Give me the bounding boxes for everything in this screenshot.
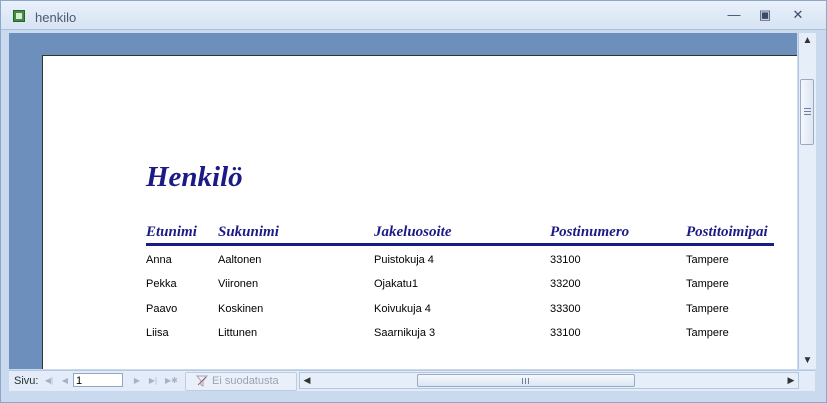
cell-sukunimi: Aaltonen xyxy=(218,254,262,266)
horizontal-scroll-thumb[interactable] xyxy=(417,374,635,387)
first-page-icon[interactable]: ◀| xyxy=(43,374,55,388)
cell-etunimi: Anna xyxy=(146,254,172,266)
cell-postinumero: 33200 xyxy=(550,278,581,290)
grip-line xyxy=(528,378,529,384)
minimize-icon[interactable]: — xyxy=(723,6,745,24)
report-window: henkilo — ▣ ✕ Henkilö Etunimi Sukunimi J… xyxy=(0,0,827,403)
cell-etunimi: Pekka xyxy=(146,278,177,290)
cell-jakeluosoite: Ojakatu1 xyxy=(374,278,419,290)
cell-postitoimipaikka: Tampere xyxy=(686,303,729,315)
close-icon[interactable]: ✕ xyxy=(787,6,809,24)
title-bar: henkilo — ▣ ✕ xyxy=(1,1,826,30)
column-header-etunimi: Etunimi xyxy=(146,224,197,240)
scroll-left-icon[interactable]: ◀ xyxy=(300,373,314,388)
grip-line xyxy=(522,378,523,384)
grip-line xyxy=(804,114,811,115)
app-icon xyxy=(13,10,25,22)
filter-label: Ei suodatusta xyxy=(212,375,279,387)
filter-toggle-button[interactable]: Ei suodatusta xyxy=(185,372,297,391)
column-header-postitoimipaikka: Postitoimipai xyxy=(686,224,768,240)
next-page-icon[interactable]: ▶ xyxy=(131,374,143,388)
report-page: Henkilö Etunimi Sukunimi Jakeluosoite Po… xyxy=(42,55,797,369)
grip-line xyxy=(525,378,526,384)
vertical-scroll-thumb[interactable] xyxy=(800,79,814,145)
prev-page-icon[interactable]: ◀ xyxy=(59,374,71,388)
cell-postitoimipaikka: Tampere xyxy=(686,254,729,266)
vertical-scrollbar[interactable]: ▲ ▼ xyxy=(798,33,816,369)
window-title: henkilo xyxy=(35,10,77,25)
cell-sukunimi: Koskinen xyxy=(218,303,264,315)
cell-jakeluosoite: Koivukuja 4 xyxy=(374,303,431,315)
page-label: Sivu: xyxy=(14,375,39,387)
cell-postinumero: 33100 xyxy=(550,327,581,339)
column-header-postinumero: Postinumero xyxy=(550,224,630,240)
cell-postinumero: 33100 xyxy=(550,254,581,266)
grip-line xyxy=(804,111,811,112)
header-underline xyxy=(146,243,774,246)
record-navigation-bar: Sivu: ◀| ◀ 1 ▶ ▶| ▶✱ Ei suodatusta ◀ ▶ xyxy=(9,370,815,391)
new-record-icon[interactable]: ▶✱ xyxy=(165,374,178,388)
cell-postitoimipaikka: Tampere xyxy=(686,278,729,290)
maximize-icon[interactable]: ▣ xyxy=(754,6,776,24)
grip-line xyxy=(804,108,811,109)
scroll-right-icon[interactable]: ▶ xyxy=(784,373,798,388)
cell-etunimi: Paavo xyxy=(146,303,178,315)
last-page-icon[interactable]: ▶| xyxy=(147,374,159,388)
cell-etunimi: Liisa xyxy=(146,327,169,339)
column-header-jakeluosoite: Jakeluosoite xyxy=(374,224,452,240)
cell-jakeluosoite: Saarnikuja 3 xyxy=(374,327,436,339)
filter-icon xyxy=(196,375,208,387)
column-header-sukunimi: Sukunimi xyxy=(218,224,279,240)
cell-sukunimi: Littunen xyxy=(218,327,258,339)
cell-postitoimipaikka: Tampere xyxy=(686,327,729,339)
report-viewport: Henkilö Etunimi Sukunimi Jakeluosoite Po… xyxy=(9,33,797,369)
scroll-up-icon[interactable]: ▲ xyxy=(799,33,816,49)
cell-postinumero: 33300 xyxy=(550,303,581,315)
cell-sukunimi: Viironen xyxy=(218,278,259,290)
horizontal-scrollbar[interactable]: ◀ ▶ xyxy=(299,372,799,389)
report-title: Henkilö xyxy=(146,161,243,193)
cell-jakeluosoite: Puistokuja 4 xyxy=(374,254,434,266)
scroll-down-icon[interactable]: ▼ xyxy=(799,353,816,369)
page-number-input[interactable]: 1 xyxy=(73,373,123,387)
